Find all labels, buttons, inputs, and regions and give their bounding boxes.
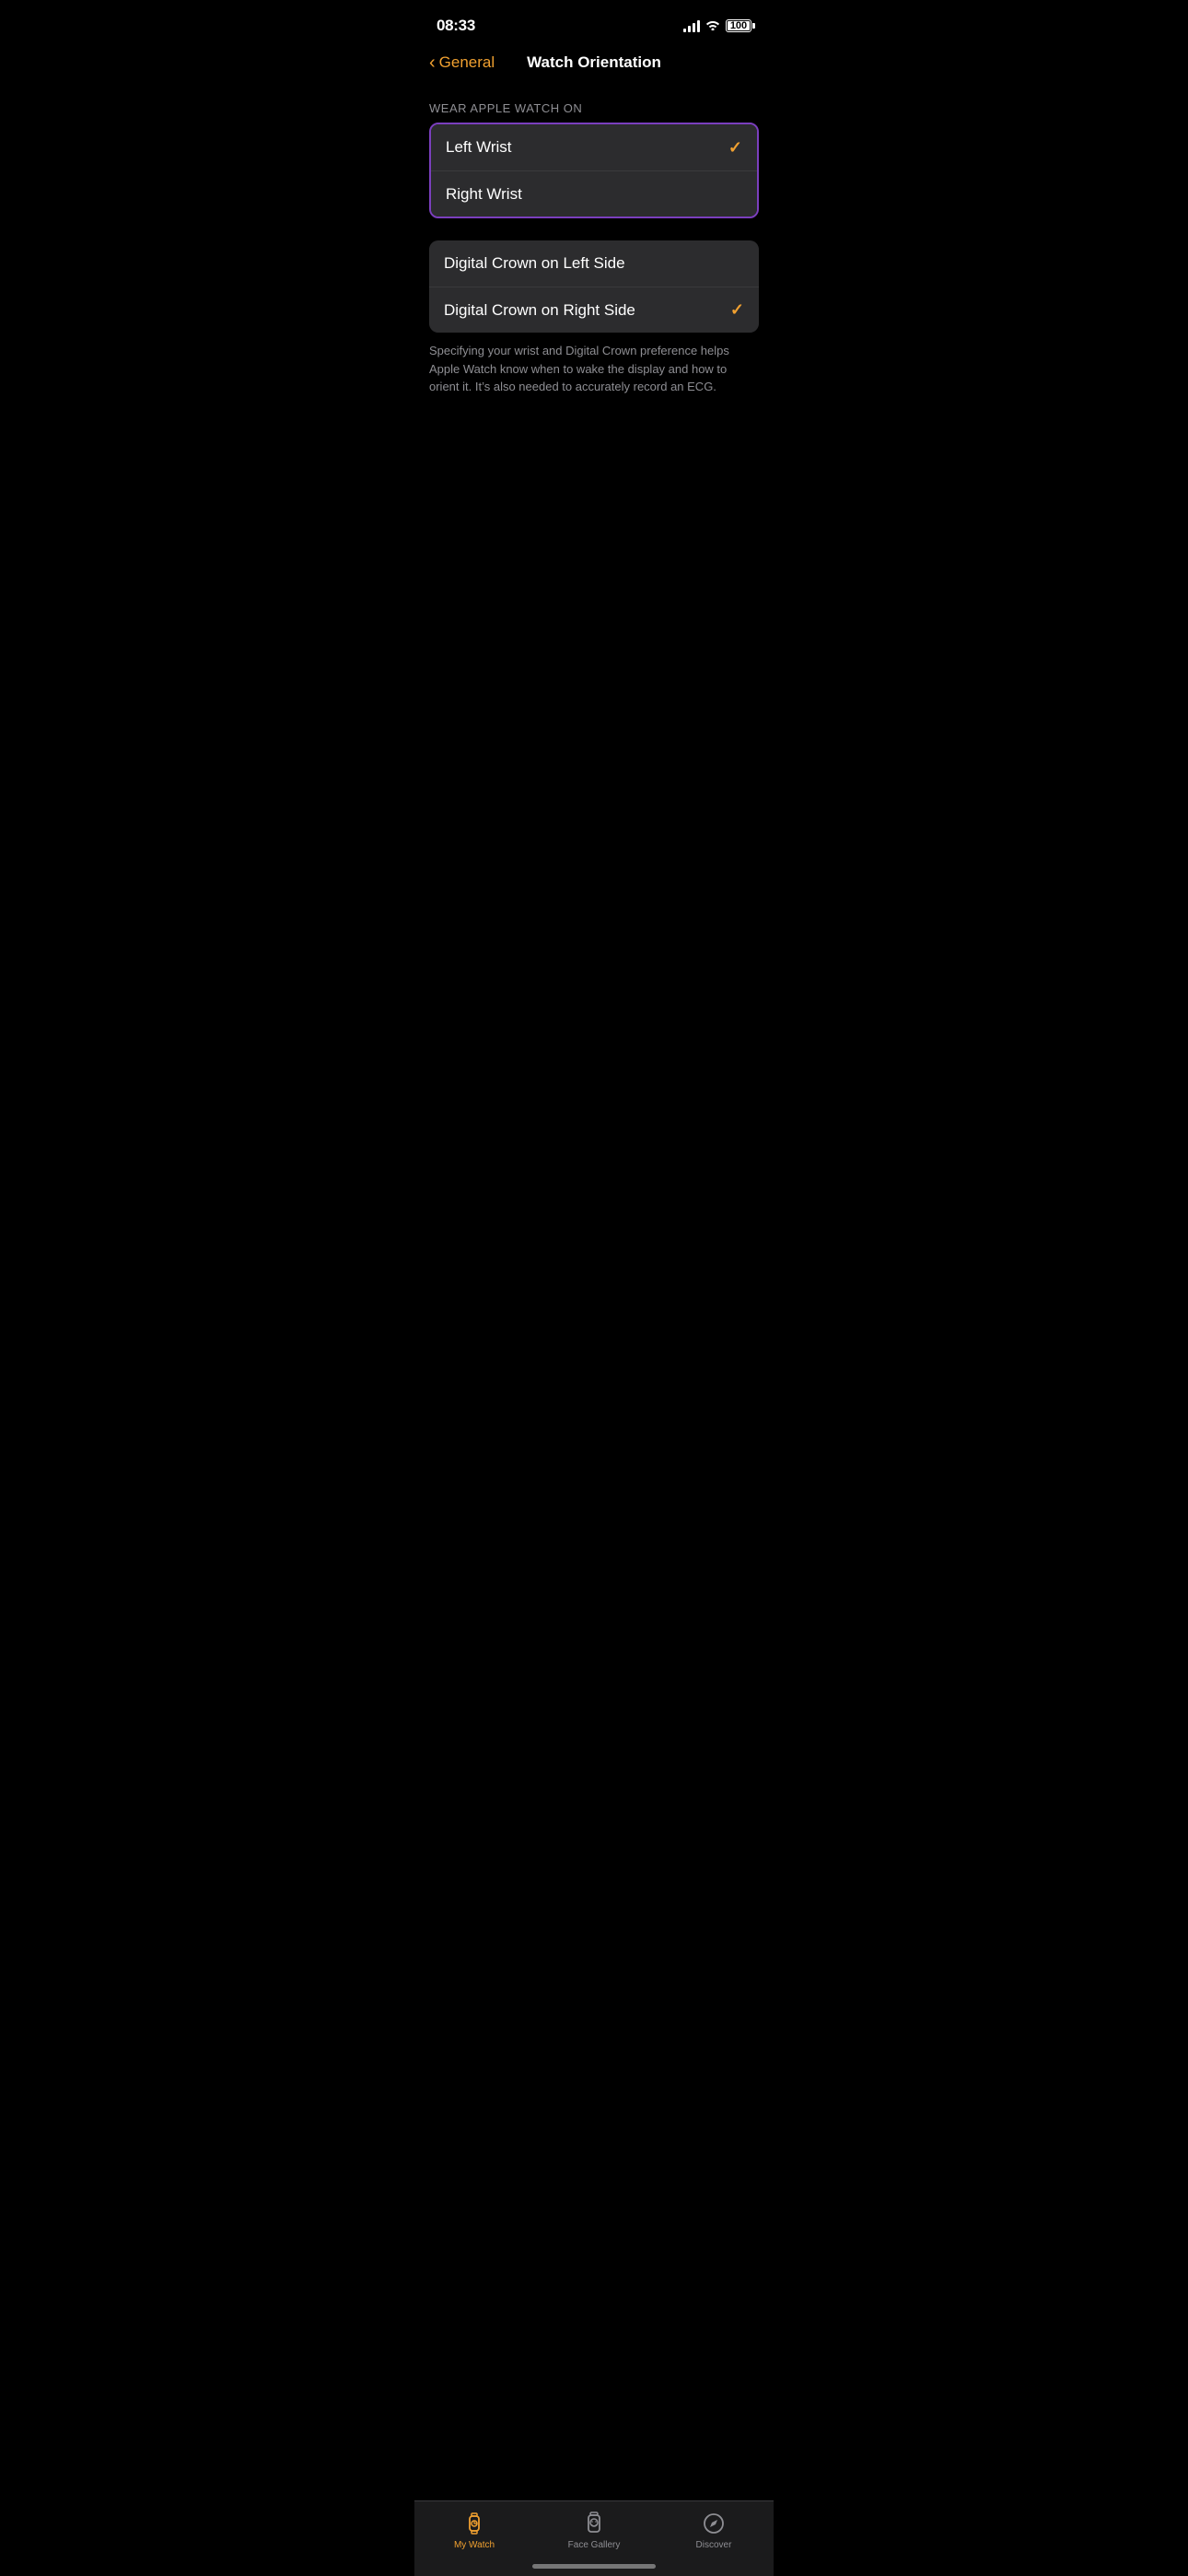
crown-left-label: Digital Crown on Left Side [444, 254, 625, 273]
face-gallery-icon [581, 2511, 607, 2536]
status-bar: 08:33 100 [414, 0, 774, 46]
right-wrist-option[interactable]: Right Wrist [431, 170, 757, 217]
my-watch-tab-label: My Watch [454, 2540, 495, 2550]
status-icons: 100 [683, 18, 751, 33]
tab-face-gallery[interactable]: Face Gallery [557, 2511, 631, 2550]
back-button[interactable]: ‹ General [429, 53, 495, 72]
crown-right-checkmark: ✓ [730, 300, 744, 320]
tab-discover[interactable]: Discover [677, 2511, 751, 2550]
left-wrist-label: Left Wrist [446, 138, 511, 157]
wifi-icon [705, 18, 720, 33]
crown-right-label: Digital Crown on Right Side [444, 301, 635, 320]
signal-icon [683, 19, 700, 32]
tab-my-watch[interactable]: My Watch [437, 2511, 511, 2550]
discover-icon [701, 2511, 727, 2536]
right-wrist-label: Right Wrist [446, 185, 522, 204]
back-chevron-icon: ‹ [429, 53, 436, 72]
wrist-options-group: Left Wrist ✓ Right Wrist [429, 123, 759, 218]
nav-bar: ‹ General Watch Orientation [414, 46, 774, 87]
left-wrist-option[interactable]: Left Wrist ✓ [431, 124, 757, 170]
my-watch-icon [461, 2511, 487, 2536]
status-time: 08:33 [437, 17, 475, 35]
home-indicator [532, 2564, 656, 2569]
wrist-section-label: WEAR APPLE WATCH ON [414, 101, 774, 123]
crown-right-option[interactable]: Digital Crown on Right Side ✓ [429, 287, 759, 333]
discover-tab-label: Discover [696, 2540, 732, 2550]
content-area: WEAR APPLE WATCH ON Left Wrist ✓ Right W… [414, 87, 774, 411]
left-wrist-checkmark: ✓ [728, 138, 742, 158]
crown-left-option[interactable]: Digital Crown on Left Side [429, 240, 759, 287]
page-title: Watch Orientation [527, 53, 661, 72]
face-gallery-tab-label: Face Gallery [568, 2540, 621, 2550]
crown-options-group: Digital Crown on Left Side Digital Crown… [429, 240, 759, 333]
back-label: General [439, 53, 495, 72]
battery-icon: 100 [726, 19, 751, 32]
footnote-text: Specifying your wrist and Digital Crown … [414, 333, 774, 396]
